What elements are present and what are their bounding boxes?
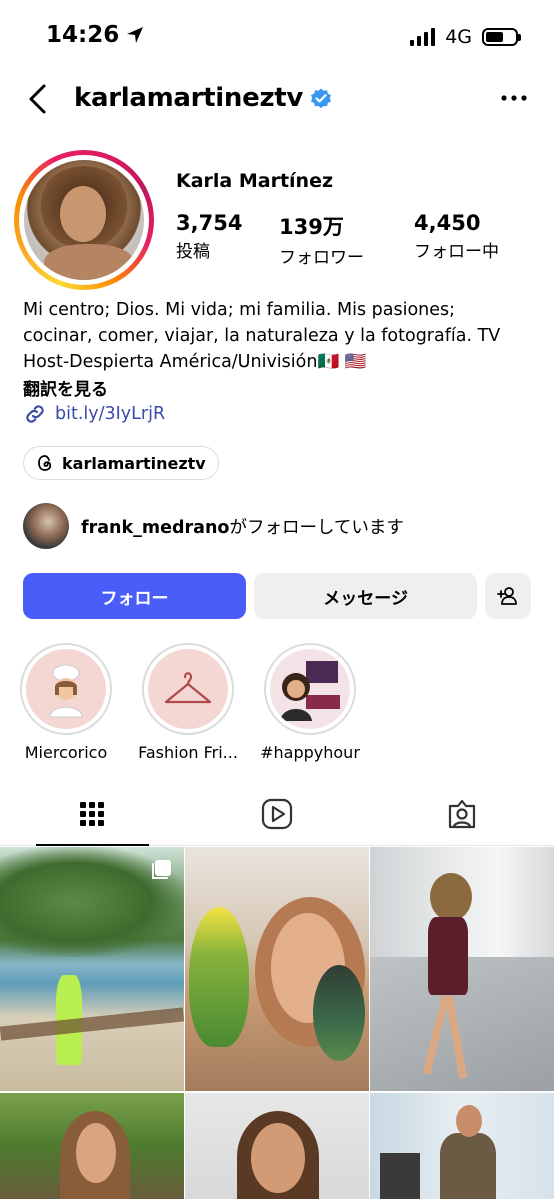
tab-tagged[interactable] xyxy=(369,782,554,845)
mutual-avatar xyxy=(23,503,69,549)
tab-posts-grid[interactable] xyxy=(0,782,185,846)
tagged-person-icon xyxy=(448,799,475,828)
profile-actions: フォロー メッセージ xyxy=(23,573,531,619)
mutual-username: frank_medrano xyxy=(81,517,230,538)
followed-by-row[interactable]: frank_medranoがフォローしています xyxy=(23,503,404,549)
post-thumbnail[interactable] xyxy=(185,1093,369,1199)
status-indicators: 4G xyxy=(410,26,521,48)
stat-following-value: 4,450 xyxy=(414,211,481,235)
username-text: karlamartineztv xyxy=(74,83,304,113)
signal-icon xyxy=(410,28,436,46)
stat-followers[interactable]: 139万 フォロワー xyxy=(279,211,364,268)
network-type: 4G xyxy=(445,26,472,48)
bio-link[interactable]: bit.ly/3IyLrjR xyxy=(23,402,165,426)
stat-posts-value: 3,754 xyxy=(176,211,243,235)
profile-header: karlamartineztv xyxy=(0,76,554,122)
stat-followers-value: 139万 xyxy=(279,215,344,239)
highlight-miercorico[interactable]: Miercorico xyxy=(18,643,114,762)
bio-line: cocinar, comer, viajar, la naturaleza y … xyxy=(23,326,501,346)
threads-handle: karlamartineztv xyxy=(62,453,206,473)
posts-grid xyxy=(0,847,554,1199)
reels-icon xyxy=(261,798,293,829)
highlight-fashion-friday[interactable]: Fashion Fri... xyxy=(138,643,238,762)
story-highlights: Miercorico Fashion Fri... #happyhour xyxy=(18,643,360,762)
post-thumbnail[interactable] xyxy=(370,847,554,1091)
display-name: Karla Martínez xyxy=(176,170,334,192)
more-options-button[interactable] xyxy=(500,86,528,110)
back-arrow-icon xyxy=(29,84,46,114)
threads-badge[interactable]: karlamartineztv xyxy=(23,446,219,480)
battery-icon xyxy=(482,28,521,46)
multiple-posts-icon xyxy=(152,860,171,879)
highlight-happyhour[interactable]: #happyhour xyxy=(260,643,360,762)
threads-icon xyxy=(38,455,52,471)
stat-following-label: フォロー中 xyxy=(414,242,499,262)
stat-posts-label: 投稿 xyxy=(176,242,210,262)
followed-by-suffix: がフォローしています xyxy=(229,517,404,538)
grid-icon xyxy=(80,801,105,826)
add-person-icon xyxy=(497,587,517,605)
profile-avatar xyxy=(24,160,144,280)
post-thumbnail[interactable] xyxy=(0,1093,184,1199)
location-arrow-icon xyxy=(127,27,144,43)
bio-link-text: bit.ly/3IyLrjR xyxy=(55,404,166,424)
profile-avatar-story-ring[interactable] xyxy=(14,150,154,290)
header-username: karlamartineztv xyxy=(74,83,333,113)
happyhour-cover-icon xyxy=(280,661,340,721)
followed-by-text: frank_medranoがフォローしています xyxy=(81,514,404,539)
status-bar: 14:26 4G xyxy=(0,0,554,72)
verified-badge-icon xyxy=(311,88,332,109)
highlight-cover xyxy=(270,649,350,729)
link-icon xyxy=(26,405,44,423)
message-button[interactable]: メッセージ xyxy=(254,573,478,619)
tab-reels[interactable] xyxy=(185,782,370,845)
status-time-text: 14:26 xyxy=(46,22,120,48)
post-thumbnail[interactable] xyxy=(370,1093,554,1199)
more-dots-icon xyxy=(501,95,527,101)
chef-emoji-icon xyxy=(49,664,83,718)
stat-following[interactable]: 4,450 フォロー中 xyxy=(414,211,499,262)
post-thumbnail[interactable] xyxy=(185,847,369,1091)
highlight-label: #happyhour xyxy=(260,743,360,762)
bio-line: Host-Despierta América/Univisión🇲🇽 🇺🇸 xyxy=(23,352,367,372)
profile-tabs xyxy=(0,782,554,846)
bio-text: Mi centro; Dios. Mi vida; mi familia. Mi… xyxy=(23,297,538,375)
post-thumbnail[interactable] xyxy=(0,847,184,1091)
highlight-cover xyxy=(148,649,228,729)
hanger-icon xyxy=(164,672,212,704)
stat-followers-label: フォロワー xyxy=(279,248,364,268)
highlight-label: Fashion Fri... xyxy=(138,743,238,762)
status-time: 14:26 xyxy=(46,22,145,48)
highlight-label: Miercorico xyxy=(24,743,108,762)
back-button[interactable] xyxy=(24,82,54,116)
bio-line: Mi centro; Dios. Mi vida; mi familia. Mi… xyxy=(23,300,456,320)
see-translation-link[interactable]: 翻訳を見る xyxy=(23,375,108,400)
stat-posts[interactable]: 3,754 投稿 xyxy=(176,211,242,262)
highlight-cover xyxy=(26,649,106,729)
follow-button[interactable]: フォロー xyxy=(23,573,247,619)
suggested-users-button[interactable] xyxy=(485,573,531,619)
